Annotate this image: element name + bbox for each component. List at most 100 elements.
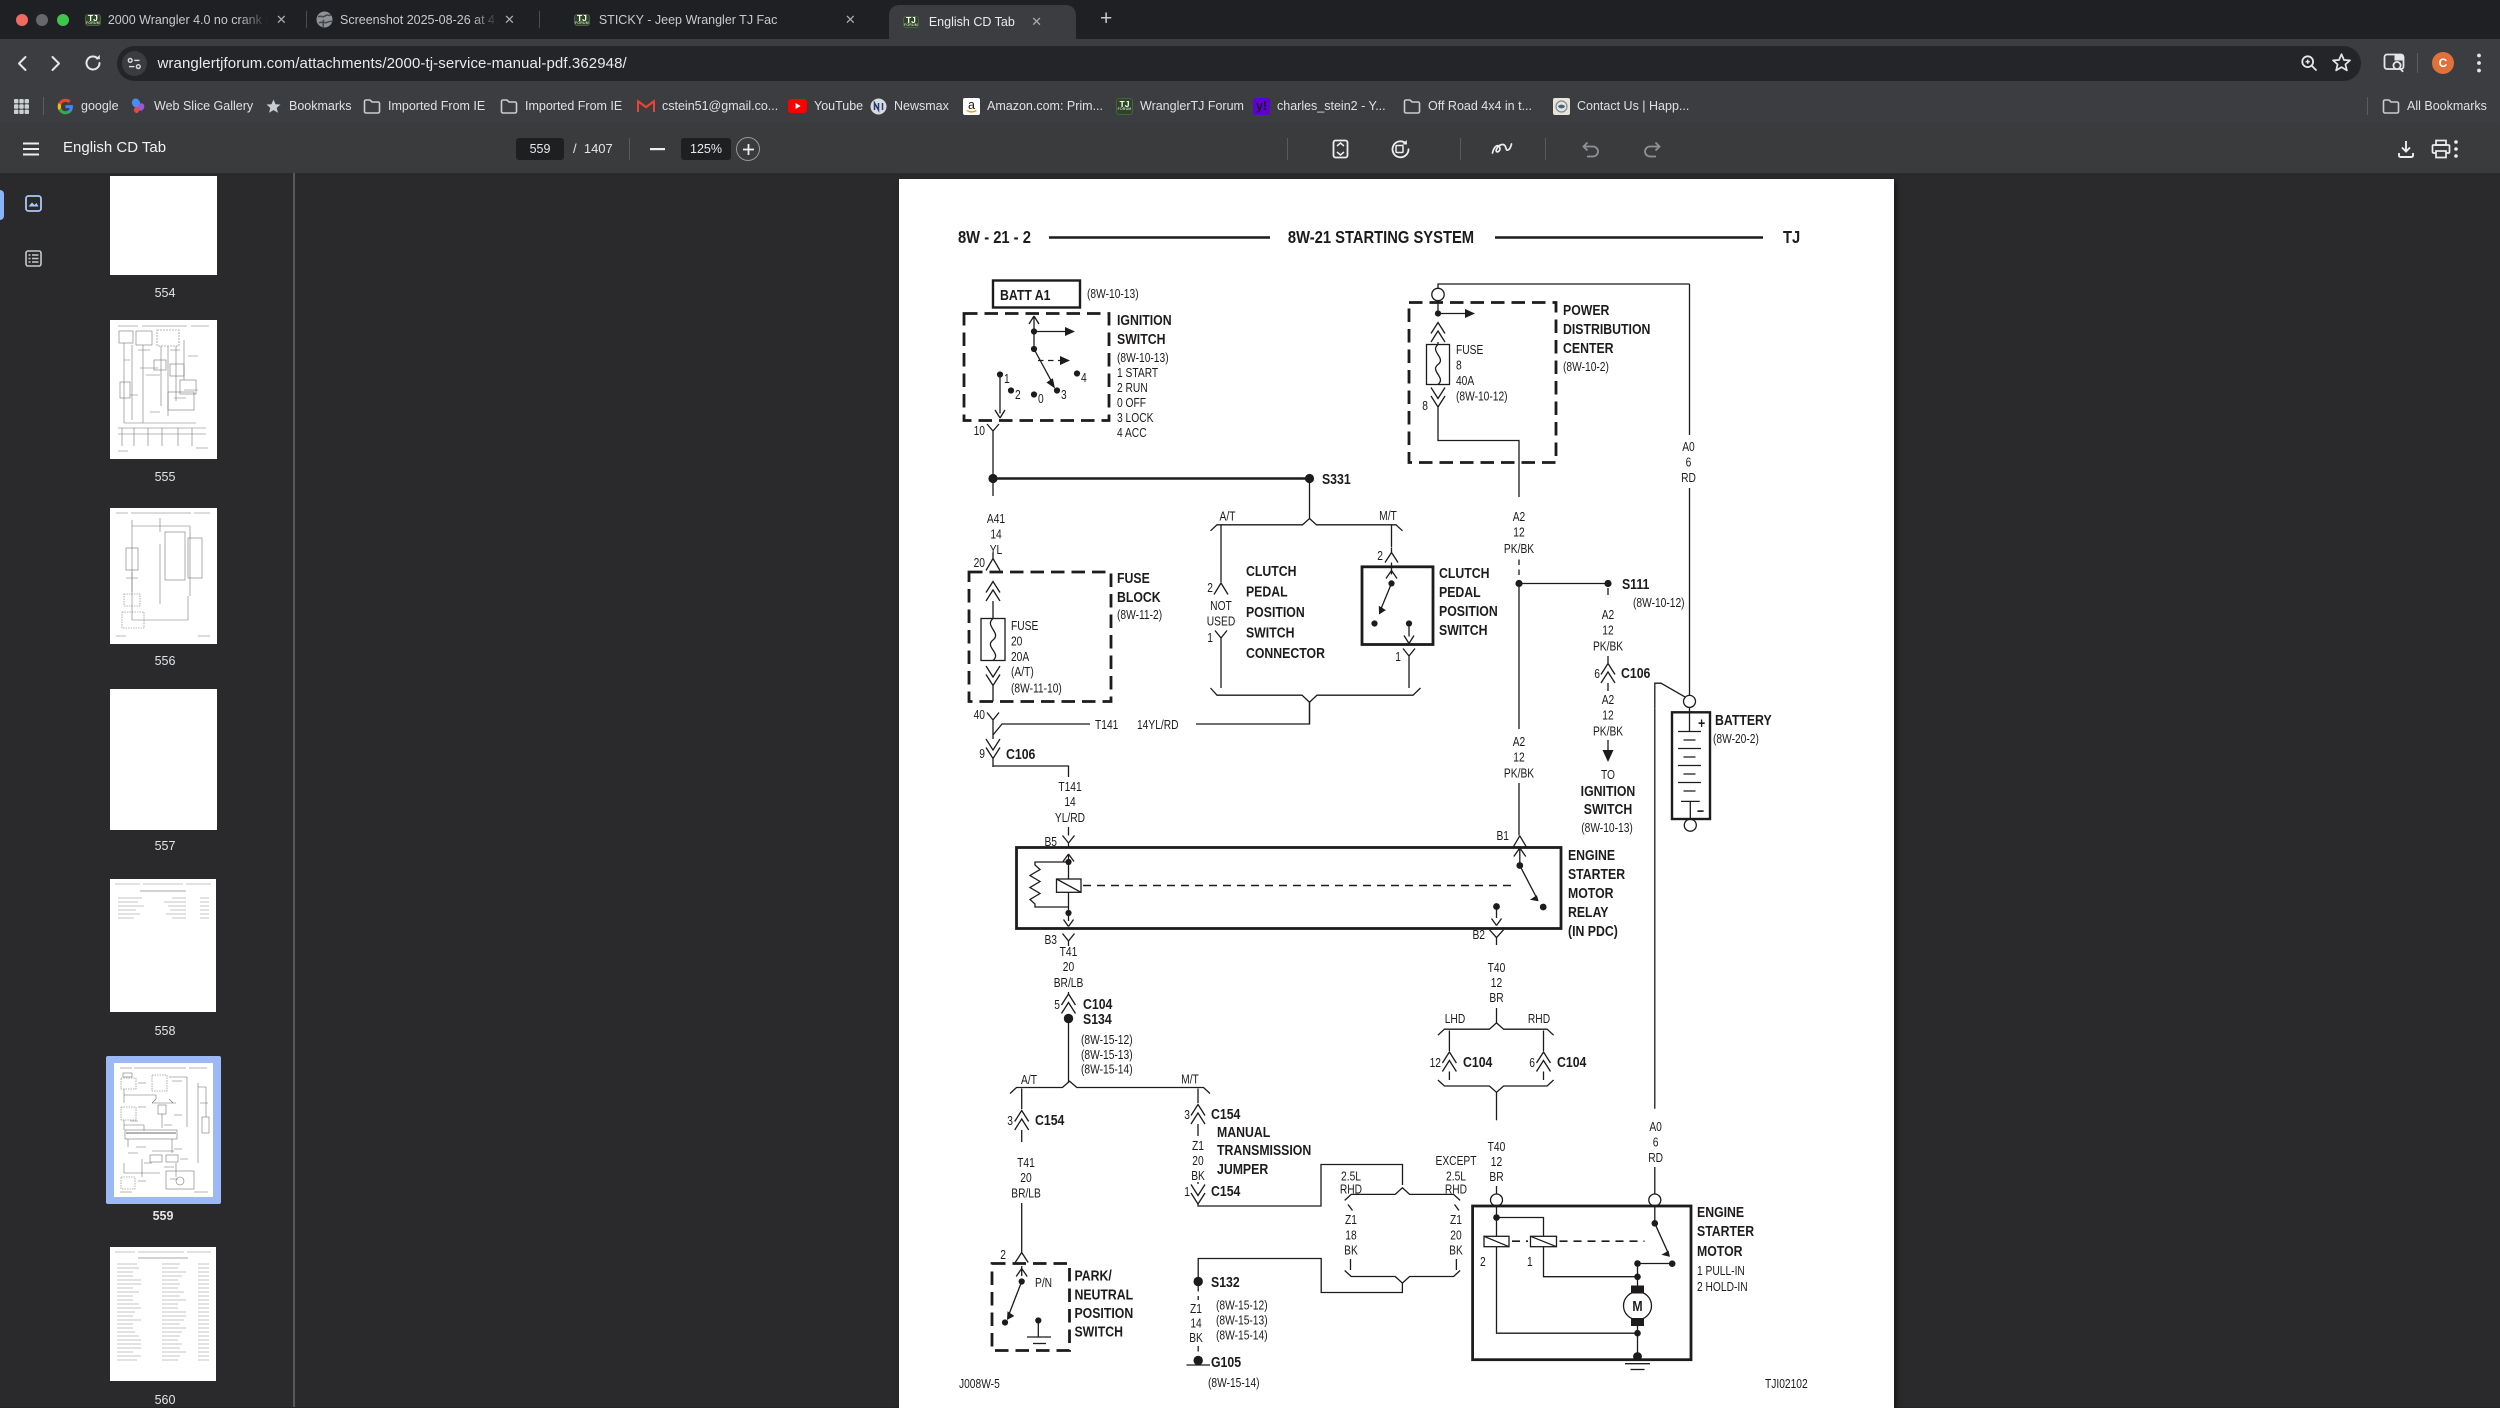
svg-text:14: 14 xyxy=(990,529,1002,542)
svg-text:S331: S331 xyxy=(1322,471,1351,487)
svg-text:MOTOR: MOTOR xyxy=(1697,1243,1743,1259)
svg-text:4 ACC: 4 ACC xyxy=(1117,427,1147,440)
svg-text:POSITION: POSITION xyxy=(1075,1305,1134,1321)
svg-text:3 LOCK: 3 LOCK xyxy=(1117,412,1154,425)
svg-text:CONNECTOR: CONNECTOR xyxy=(1246,645,1325,661)
svg-text:1 PULL-IN: 1 PULL-IN xyxy=(1697,1265,1745,1278)
svg-text:(8W-20-2): (8W-20-2) xyxy=(1713,733,1759,746)
svg-text:3: 3 xyxy=(1061,389,1067,402)
svg-text:P/N: P/N xyxy=(1035,1277,1052,1290)
svg-text:A2: A2 xyxy=(1513,736,1526,749)
svg-text:M: M xyxy=(1632,1298,1642,1314)
svg-text:LHD: LHD xyxy=(1445,1013,1465,1026)
svg-text:PK/BK: PK/BK xyxy=(1504,768,1535,781)
svg-text:C104: C104 xyxy=(1083,996,1113,1012)
svg-text:(8W-10-13): (8W-10-13) xyxy=(1581,822,1633,835)
svg-text:20: 20 xyxy=(1063,961,1074,974)
svg-text:BK: BK xyxy=(1189,1332,1203,1345)
svg-text:ENGINE: ENGINE xyxy=(1568,847,1615,863)
svg-text:(A/T): (A/T) xyxy=(1011,666,1034,679)
svg-text:(8W-11-10): (8W-11-10) xyxy=(1011,683,1062,696)
svg-text:6: 6 xyxy=(1594,668,1600,681)
svg-text:PEDAL: PEDAL xyxy=(1246,583,1288,599)
svg-text:CLUTCH: CLUTCH xyxy=(1439,565,1490,581)
svg-text:Z1: Z1 xyxy=(1345,1214,1357,1227)
svg-text:C106: C106 xyxy=(1621,665,1651,681)
svg-text:20: 20 xyxy=(1192,1155,1203,1168)
svg-text:2: 2 xyxy=(1480,1256,1486,1269)
svg-text:FUSE: FUSE xyxy=(1117,570,1150,586)
svg-text:RHD: RHD xyxy=(1445,1184,1467,1197)
svg-text:6: 6 xyxy=(1653,1137,1659,1150)
svg-text:2: 2 xyxy=(1377,550,1383,563)
svg-text:8: 8 xyxy=(1456,360,1462,373)
svg-text:BLOCK: BLOCK xyxy=(1117,589,1161,605)
svg-text:A/T: A/T xyxy=(1021,1074,1037,1087)
svg-text:C104: C104 xyxy=(1557,1054,1587,1070)
svg-text:M/T: M/T xyxy=(1181,1074,1199,1087)
svg-text:FUSE: FUSE xyxy=(1011,620,1039,633)
svg-text:y!: y! xyxy=(1256,99,1267,113)
svg-text:PK/BK: PK/BK xyxy=(1593,641,1624,654)
svg-text:a: a xyxy=(968,98,975,112)
svg-text:(8W-15-14): (8W-15-14) xyxy=(1216,1330,1268,1343)
svg-text:1: 1 xyxy=(1395,651,1401,664)
svg-text:Z1: Z1 xyxy=(1190,1303,1202,1316)
svg-text:J008W-5: J008W-5 xyxy=(959,1378,1000,1391)
svg-text:20: 20 xyxy=(1011,636,1022,649)
svg-text:B3: B3 xyxy=(1044,934,1057,947)
svg-text:2: 2 xyxy=(1207,582,1213,595)
svg-text:10: 10 xyxy=(974,425,985,438)
svg-text:PK/BK: PK/BK xyxy=(1504,543,1535,556)
svg-text:RD: RD xyxy=(1681,472,1696,485)
svg-text:40A: 40A xyxy=(1456,375,1475,388)
svg-text:T41: T41 xyxy=(1017,1157,1035,1170)
svg-text:A2: A2 xyxy=(1602,694,1615,707)
svg-text:SWITCH: SWITCH xyxy=(1584,801,1632,817)
svg-text:2: 2 xyxy=(1015,389,1021,402)
svg-text:8: 8 xyxy=(1422,400,1428,413)
svg-text:A0: A0 xyxy=(1682,441,1695,454)
svg-text:(8W-15-14): (8W-15-14) xyxy=(1081,1064,1133,1077)
svg-text:2 RUN: 2 RUN xyxy=(1117,382,1148,395)
svg-text:1: 1 xyxy=(1184,1186,1190,1199)
svg-text:FUSE: FUSE xyxy=(1456,344,1484,357)
svg-text:(8W-11-2): (8W-11-2) xyxy=(1117,609,1162,622)
svg-text:(IN PDC): (IN PDC) xyxy=(1568,923,1618,939)
svg-text:(8W-10-13): (8W-10-13) xyxy=(1087,288,1139,301)
svg-text:3: 3 xyxy=(1007,1115,1013,1128)
svg-text:2.5L: 2.5L xyxy=(1341,1171,1361,1184)
svg-text:(8W-15-12): (8W-15-12) xyxy=(1216,1300,1268,1313)
svg-text:RHD: RHD xyxy=(1340,1184,1362,1197)
svg-text:C154: C154 xyxy=(1211,1183,1241,1199)
svg-text:2: 2 xyxy=(1000,1249,1006,1262)
svg-text:TJI02102: TJI02102 xyxy=(1765,1378,1808,1391)
svg-text:BK: BK xyxy=(1344,1245,1358,1258)
svg-text:A0: A0 xyxy=(1649,1121,1662,1134)
svg-text:A/T: A/T xyxy=(1220,511,1236,524)
svg-text:NEUTRAL: NEUTRAL xyxy=(1075,1286,1134,1302)
svg-text:S111: S111 xyxy=(1622,576,1650,592)
svg-text:S134: S134 xyxy=(1083,1011,1112,1027)
svg-text:T40: T40 xyxy=(1488,1141,1506,1154)
svg-text:0: 0 xyxy=(1038,393,1044,406)
svg-text:BR: BR xyxy=(1489,1171,1503,1184)
svg-text:YL/RD: YL/RD xyxy=(1055,812,1085,825)
svg-text:1: 1 xyxy=(1004,373,1010,386)
svg-text:DISTRIBUTION: DISTRIBUTION xyxy=(1563,321,1650,337)
svg-text:A41: A41 xyxy=(987,513,1005,526)
svg-text:M/T: M/T xyxy=(1379,510,1397,523)
svg-text:BK: BK xyxy=(1449,1245,1463,1258)
svg-text:CENTER: CENTER xyxy=(1563,340,1614,356)
svg-text:14YL/RD: 14YL/RD xyxy=(1137,719,1179,732)
svg-text:9: 9 xyxy=(979,748,985,761)
svg-text:12: 12 xyxy=(1491,977,1502,990)
svg-text:BATT A1: BATT A1 xyxy=(1000,287,1051,303)
svg-text:BR/LB: BR/LB xyxy=(1054,977,1084,990)
svg-text:Z1: Z1 xyxy=(1192,1140,1204,1153)
svg-text:T141: T141 xyxy=(1058,781,1081,794)
svg-text:RELAY: RELAY xyxy=(1568,904,1609,920)
svg-text:T141: T141 xyxy=(1095,719,1118,732)
svg-text:5: 5 xyxy=(1054,999,1060,1012)
svg-text:+: + xyxy=(1698,715,1705,731)
